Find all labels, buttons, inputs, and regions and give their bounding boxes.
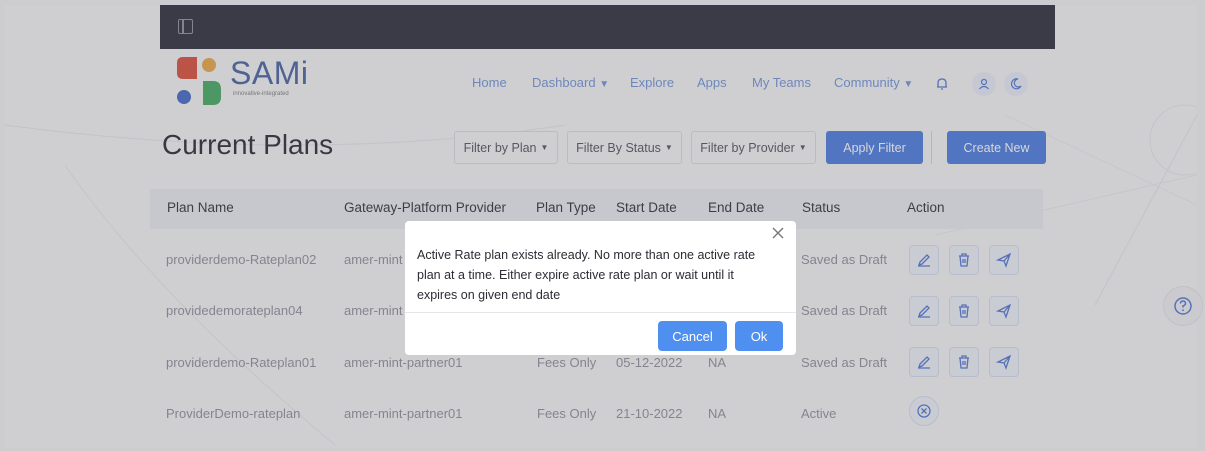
confirmation-dialog: Active Rate plan exists already. No more… — [405, 221, 796, 355]
dialog-divider — [405, 312, 796, 313]
ok-button[interactable]: Ok — [735, 321, 783, 351]
cancel-button[interactable]: Cancel — [658, 321, 727, 351]
close-icon[interactable] — [769, 224, 787, 242]
dialog-message: Active Rate plan exists already. No more… — [417, 248, 756, 302]
